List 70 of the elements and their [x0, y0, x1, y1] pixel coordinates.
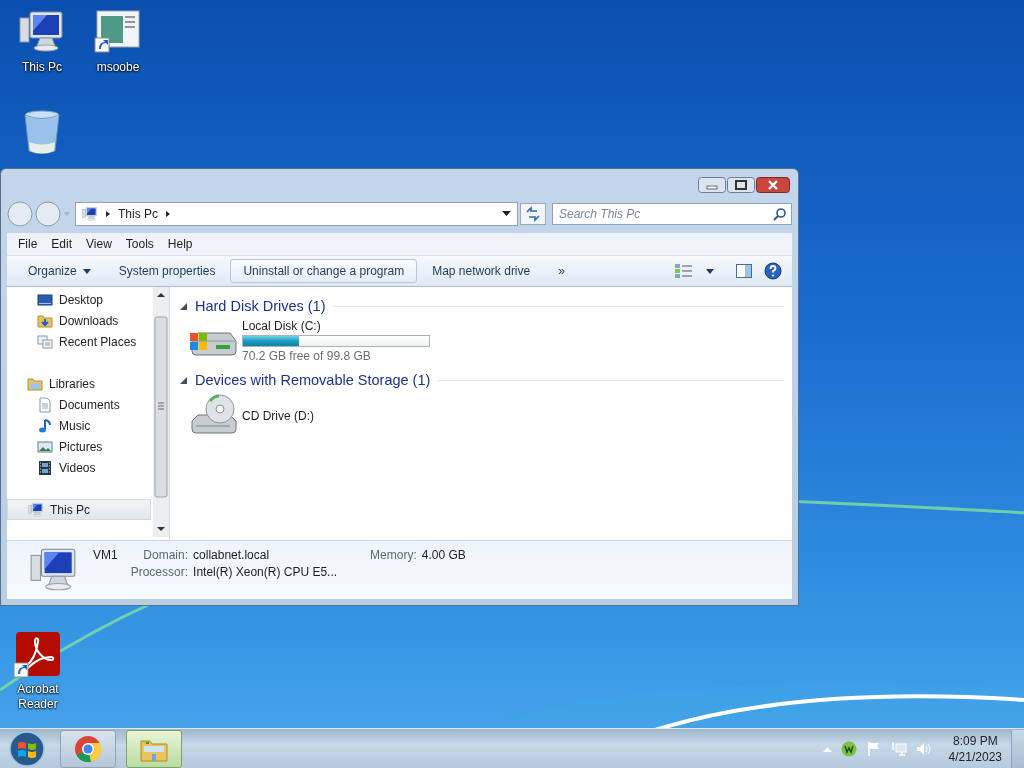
- computer-icon: [82, 206, 98, 222]
- preview-pane-icon[interactable]: [736, 264, 752, 278]
- chevron-icon[interactable]: [104, 210, 112, 218]
- navigation-item[interactable]: This Pc: [7, 499, 151, 520]
- back-button[interactable]: [7, 201, 33, 227]
- navigation-item[interactable]: Desktop: [7, 289, 151, 310]
- navigation-item[interactable]: Videos: [7, 457, 151, 478]
- window-shortcut-icon: [94, 8, 142, 56]
- pdf-document-shortcut-icon: [14, 630, 62, 678]
- detail-value: Intel(R) Xeon(R) CPU E5...: [193, 565, 338, 579]
- recent-places-icon: [37, 333, 53, 350]
- vertical-scrollbar[interactable]: [153, 287, 169, 537]
- circle-w-icon[interactable]: [840, 740, 857, 757]
- menu-item[interactable]: Help: [160, 237, 200, 251]
- browser-taskbar-button[interactable]: [60, 729, 116, 768]
- detail-label: Processor:: [130, 565, 189, 579]
- collapse-triangle-icon[interactable]: [180, 301, 188, 311]
- maximize-button[interactable]: [727, 177, 755, 193]
- address-bar[interactable]: This Pc: [75, 202, 518, 226]
- desktop-icon: [37, 291, 53, 308]
- menu-item[interactable]: File: [11, 237, 45, 251]
- folder-download-icon: [37, 312, 53, 329]
- free-space-text: 70.2 GB free of 99.8 GB: [242, 349, 372, 363]
- navigation-item[interactable]: Libraries: [7, 373, 151, 394]
- more-button[interactable]: »: [545, 259, 578, 283]
- computer-name: VM1: [93, 548, 118, 562]
- clock[interactable]: 8:09 PM 4/21/2023: [948, 732, 1002, 765]
- view-options-icon[interactable]: [674, 263, 694, 279]
- search-field[interactable]: Search This Pc: [552, 203, 792, 225]
- navigation-item[interactable]: Downloads: [7, 310, 151, 331]
- picture-icon: [37, 438, 53, 455]
- toolbar-button[interactable]: System properties: [105, 259, 229, 283]
- toolbar-button[interactable]: Uninstall or change a program: [230, 259, 418, 283]
- navigation-item[interactable]: Pictures: [7, 436, 151, 457]
- detail-label: Domain:: [142, 548, 189, 562]
- refresh-button[interactable]: [520, 203, 546, 225]
- breadcrumb-item[interactable]: This Pc: [118, 207, 158, 221]
- library-folder-icon: [27, 375, 43, 392]
- folder-taskbar-button[interactable]: [126, 729, 182, 768]
- navigation-item[interactable]: Recent Places: [7, 331, 151, 352]
- detail-label: Memory:: [370, 548, 417, 562]
- search-icon[interactable]: [773, 207, 787, 221]
- group-header[interactable]: Hard Disk Drives (1): [195, 298, 326, 314]
- drive-name[interactable]: CD Drive (D:): [242, 409, 314, 423]
- detail-value: collabnet.local: [193, 548, 271, 562]
- computer-icon: [28, 501, 44, 518]
- toolbar-button[interactable]: Map network drive: [419, 259, 544, 283]
- menu-item[interactable]: Tools: [118, 237, 161, 251]
- menu-item[interactable]: View: [79, 237, 119, 251]
- dropdown-caret-icon[interactable]: [502, 211, 511, 217]
- forward-button[interactable]: [35, 201, 61, 227]
- desktop-icon-label[interactable]: msoobe: [90, 60, 146, 75]
- group-header[interactable]: Devices with Removable Storage (1): [195, 372, 431, 388]
- desktop-icon-label[interactable]: This Pc: [14, 60, 70, 75]
- music-note-icon: [37, 417, 53, 434]
- drive-name[interactable]: Local Disk (C:): [242, 319, 430, 333]
- caret-icon: [82, 268, 91, 274]
- document-icon: [37, 396, 53, 413]
- navigation-item[interactable]: Music: [7, 415, 151, 436]
- toolbar-button[interactable]: Organize: [15, 259, 104, 283]
- menu-item[interactable]: Edit: [44, 237, 80, 251]
- collapse-triangle-icon[interactable]: [180, 375, 188, 385]
- browser-logo-icon: [74, 734, 102, 763]
- chevron-icon[interactable]: [164, 210, 172, 218]
- film-strip-icon: [37, 459, 53, 476]
- caret-icon[interactable]: [706, 268, 714, 274]
- navigation-item[interactable]: Documents: [7, 394, 151, 415]
- detail-value: 4.00 GB: [421, 548, 466, 562]
- close-button[interactable]: [756, 177, 790, 193]
- help-icon[interactable]: [764, 262, 782, 280]
